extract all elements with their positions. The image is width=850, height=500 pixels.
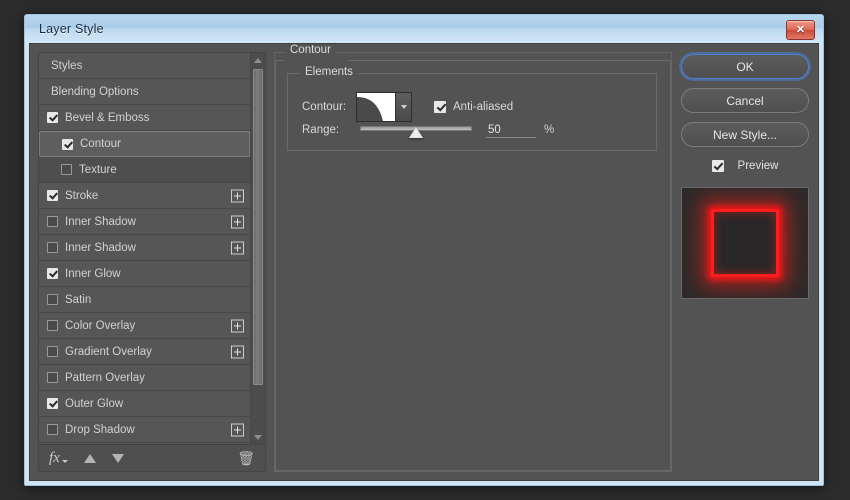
contour-row: Contour: Anti-aliased [302, 92, 513, 122]
elements-group-title: Elements [300, 66, 358, 78]
close-icon: ✕ [795, 23, 806, 36]
add-effect-icon[interactable] [231, 189, 244, 202]
style-row-label: Satin [65, 293, 92, 306]
style-row-label: Drop Shadow [65, 423, 135, 436]
style-row-blending-options[interactable]: Blending Options [39, 79, 250, 105]
preview-checkbox-box[interactable] [711, 160, 724, 172]
style-row-label: Texture [79, 163, 117, 176]
style-row-label: Pattern Overlay [65, 371, 145, 384]
style-row-label: Styles [51, 59, 83, 72]
style-row-label: Inner Glow [65, 267, 121, 280]
styles-list-container: Styles Blending Options Bevel & Emboss Cont… [38, 52, 266, 444]
actions-panel: OK Cancel New Style... Preview [680, 52, 810, 472]
contour-label: Contour: [302, 101, 347, 113]
style-row-gradient-overlay[interactable]: Gradient Overlay [39, 339, 250, 365]
styles-footer-toolbar: fx 🗑 [38, 444, 266, 472]
style-row-checkbox[interactable] [47, 216, 58, 227]
elements-group: Elements Contour: Anti-aliased Range: 50… [287, 66, 657, 151]
scroll-down-icon[interactable] [251, 430, 266, 444]
cancel-button[interactable]: Cancel [681, 88, 809, 113]
style-row-inner-glow[interactable]: Inner Glow [39, 261, 250, 287]
contour-picker[interactable] [356, 92, 412, 122]
range-value-input[interactable] [486, 122, 536, 138]
style-row-checkbox[interactable] [47, 424, 58, 435]
ok-button[interactable]: OK [681, 54, 809, 79]
antialiased-label: Anti-aliased [453, 101, 514, 113]
contour-group-title: Contour [285, 44, 336, 56]
title-bar[interactable]: Layer Style ✕ [25, 15, 823, 43]
style-row-label: Contour [80, 138, 121, 150]
move-up-icon[interactable] [83, 453, 96, 463]
preview-glow-shape [711, 209, 779, 277]
preview-label: Preview [737, 160, 779, 172]
style-row-checkbox[interactable] [47, 190, 58, 201]
range-label: Range: [302, 124, 340, 136]
style-row-contour[interactable]: Contour [39, 131, 250, 157]
scrollbar-thumb[interactable] [253, 69, 263, 385]
settings-panel: Contour Elements Contour: Anti-aliased R… [274, 44, 672, 472]
window-title: Layer Style [39, 22, 104, 36]
style-row-checkbox[interactable] [62, 138, 73, 150]
style-row-checkbox[interactable] [47, 242, 58, 253]
scroll-up-icon[interactable] [251, 53, 266, 67]
style-row-satin[interactable]: Satin [39, 287, 250, 313]
add-effect-icon[interactable] [231, 345, 244, 358]
add-effect-icon[interactable] [231, 423, 244, 436]
dialog-body: Styles Blending Options Bevel & Emboss Cont… [29, 43, 819, 481]
style-row-styles[interactable]: Styles [39, 53, 250, 79]
style-row-checkbox[interactable] [47, 268, 58, 279]
styles-panel: Styles Blending Options Bevel & Emboss Cont… [38, 52, 266, 472]
style-row-checkbox[interactable] [47, 294, 58, 305]
preview-thumbnail [681, 187, 809, 299]
move-down-icon[interactable] [111, 453, 124, 463]
style-row-label: Inner Shadow [65, 241, 136, 254]
style-row-bevel-emboss[interactable]: Bevel & Emboss [39, 105, 250, 131]
style-row-color-overlay[interactable]: Color Overlay [39, 313, 250, 339]
contour-curve-icon [357, 93, 395, 121]
style-row-label: Inner Shadow [65, 215, 136, 228]
antialiased-checkbox[interactable]: Anti-aliased [434, 101, 513, 113]
preview-checkbox[interactable]: Preview [711, 160, 779, 172]
style-row-label: Gradient Overlay [65, 345, 152, 358]
style-row-label: Stroke [65, 189, 99, 202]
style-row-inner-shadow[interactable]: Inner Shadow [39, 209, 250, 235]
chevron-down-icon[interactable] [395, 93, 411, 121]
fx-icon[interactable]: fx [49, 450, 68, 466]
new-style-button[interactable]: New Style... [681, 122, 809, 147]
add-effect-icon[interactable] [231, 319, 244, 332]
style-row-checkbox[interactable] [47, 372, 58, 383]
delete-effect-icon[interactable]: 🗑 [237, 451, 255, 465]
styles-list-scrollbar[interactable] [250, 53, 265, 444]
style-row-checkbox[interactable] [47, 112, 58, 123]
scrollbar-track[interactable] [251, 67, 265, 430]
style-row-checkbox[interactable] [47, 398, 58, 409]
style-row-stroke[interactable]: Stroke [39, 183, 250, 209]
range-row: Range: % [302, 122, 554, 138]
range-unit-label: % [544, 124, 555, 136]
close-button[interactable]: ✕ [786, 20, 815, 40]
contour-group: Contour Elements Contour: Anti-aliased R… [275, 44, 671, 471]
style-row-texture[interactable]: Texture [39, 157, 250, 183]
style-row-drop-shadow[interactable]: Drop Shadow [39, 417, 250, 443]
layer-style-dialog: Layer Style ✕ Styles Blending Options Beve… [24, 14, 824, 486]
style-row-inner-shadow[interactable]: Inner Shadow [39, 235, 250, 261]
style-row-checkbox[interactable] [47, 320, 58, 331]
style-row-pattern-overlay[interactable]: Pattern Overlay [39, 365, 250, 391]
range-slider-thumb[interactable] [409, 127, 423, 138]
range-slider[interactable] [360, 122, 472, 138]
style-row-checkbox[interactable] [61, 164, 72, 175]
style-row-label: Blending Options [51, 85, 139, 98]
add-effect-icon[interactable] [231, 215, 244, 228]
style-row-checkbox[interactable] [47, 346, 58, 357]
antialiased-checkbox-box[interactable] [434, 101, 446, 113]
style-row-label: Color Overlay [65, 319, 136, 332]
style-row-label: Outer Glow [65, 397, 124, 410]
style-row-outer-glow[interactable]: Outer Glow [39, 391, 250, 417]
styles-list[interactable]: Styles Blending Options Bevel & Emboss Cont… [39, 53, 250, 444]
style-row-label: Bevel & Emboss [65, 111, 150, 124]
add-effect-icon[interactable] [231, 241, 244, 254]
